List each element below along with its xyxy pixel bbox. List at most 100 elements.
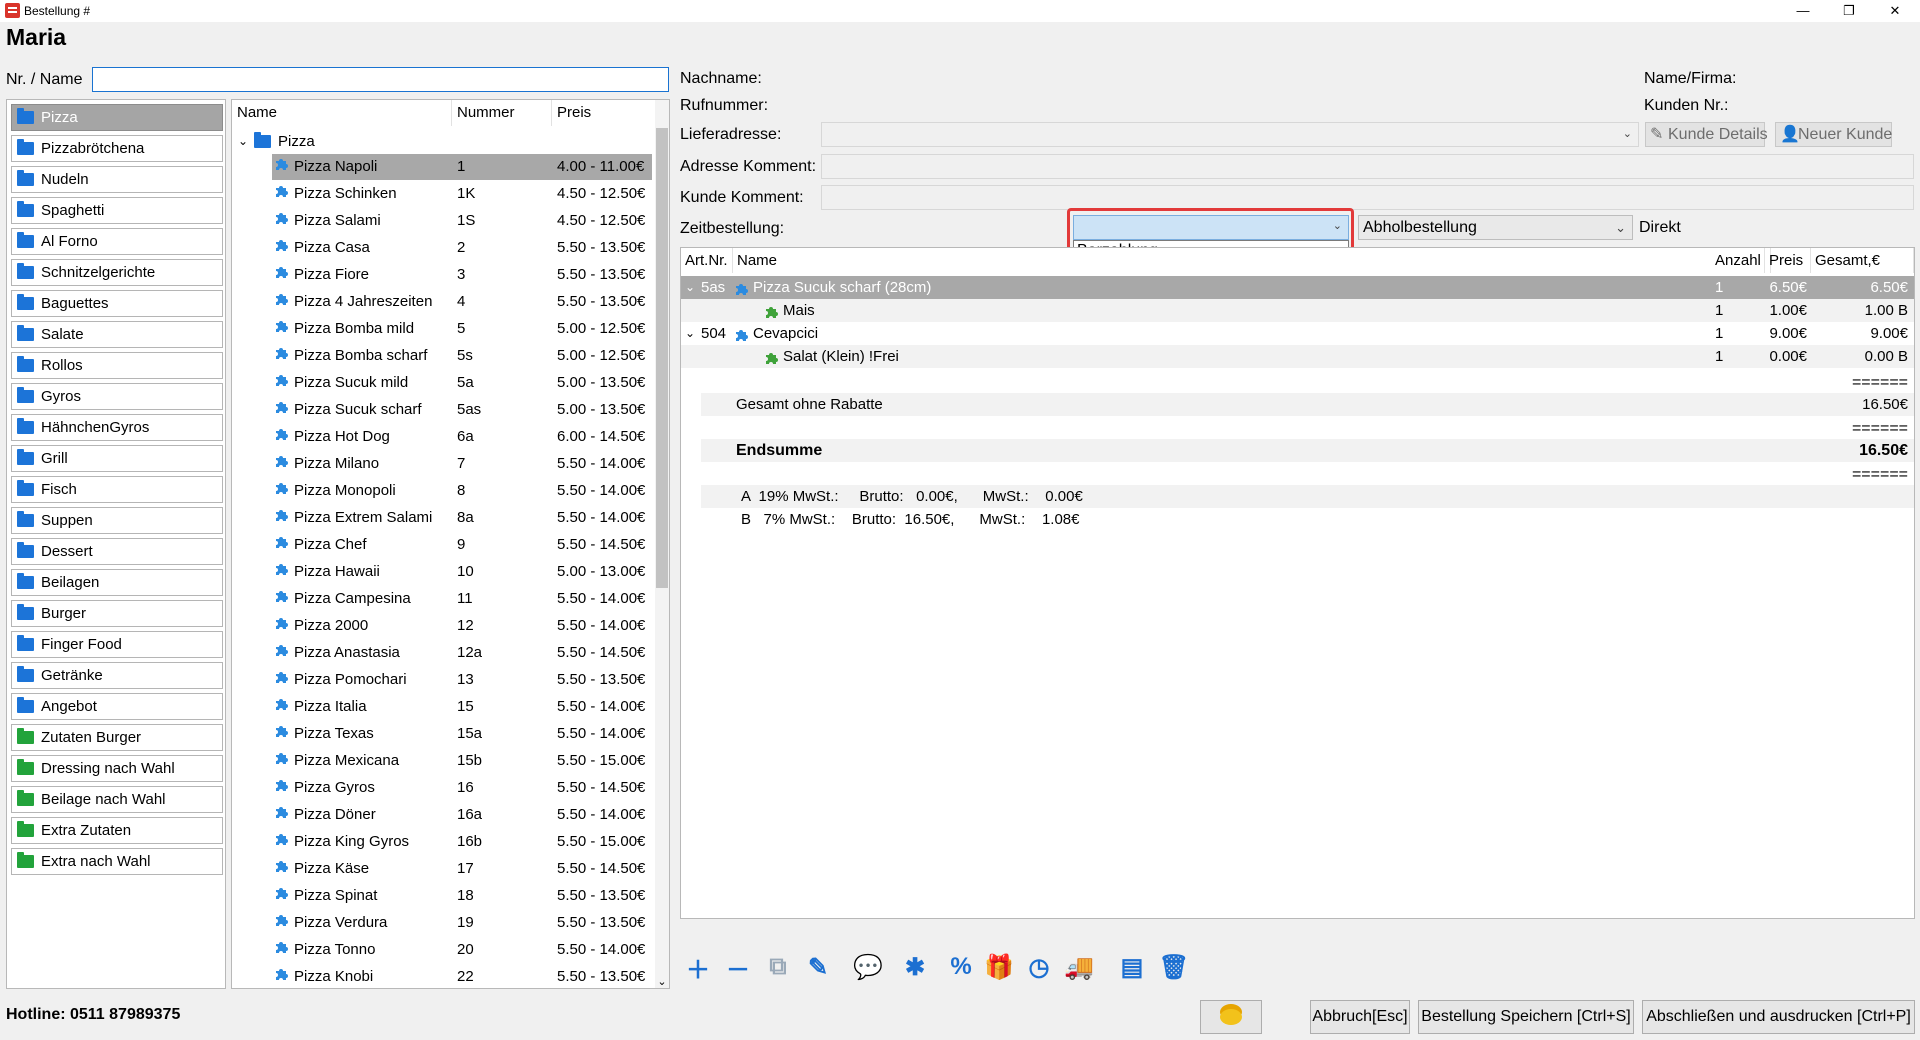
product-row[interactable]: Pizza Mexicana 15b 5.50 - 15.00€ bbox=[272, 748, 652, 774]
product-row[interactable]: Pizza Chef 9 5.50 - 14.50€ bbox=[272, 532, 652, 558]
product-row[interactable]: Pizza Pomochari 13 5.50 - 13.50€ bbox=[272, 667, 652, 693]
product-row[interactable]: Pizza King Gyros 16b 5.50 - 15.00€ bbox=[272, 829, 652, 855]
magic-button[interactable]: ✱ bbox=[893, 952, 937, 982]
category-item[interactable]: Dressing nach Wahl bbox=[11, 755, 223, 782]
cancel-button[interactable]: Abbruch[Esc] bbox=[1310, 1000, 1410, 1034]
column-header-price[interactable]: Preis bbox=[552, 100, 656, 126]
direkt-label[interactable]: Direkt bbox=[1639, 219, 1681, 237]
product-row[interactable]: Pizza Campesina 11 5.50 - 14.00€ bbox=[272, 586, 652, 612]
product-group-pizza[interactable]: ⌄ Pizza bbox=[232, 130, 652, 154]
column-header-name[interactable]: Name bbox=[733, 248, 1771, 273]
category-item[interactable]: Rollos bbox=[11, 352, 223, 379]
adresse-kommentar-field[interactable] bbox=[821, 154, 1914, 179]
category-item[interactable]: Gyros bbox=[11, 383, 223, 410]
product-row[interactable]: Pizza Hawaii 10 5.00 - 13.00€ bbox=[272, 559, 652, 585]
product-row[interactable]: Pizza Casa 2 5.50 - 13.50€ bbox=[272, 235, 652, 261]
product-row[interactable]: Pizza Bomba mild 5 5.00 - 12.50€ bbox=[272, 316, 652, 342]
chevron-down-icon[interactable]: ⌄ bbox=[238, 129, 248, 153]
product-row[interactable]: Pizza Monopoli 8 5.50 - 14.00€ bbox=[272, 478, 652, 504]
category-item[interactable]: Beilage nach Wahl bbox=[11, 786, 223, 813]
neuer-kunde-button[interactable]: 👤 Neuer Kunde bbox=[1775, 122, 1892, 147]
card-button[interactable]: ▤ bbox=[1110, 952, 1154, 982]
product-row[interactable]: Pizza Sucuk scharf 5as 5.00 - 13.50€ bbox=[272, 397, 652, 423]
gift-button[interactable]: 🎁 bbox=[983, 952, 1015, 982]
product-row[interactable]: Pizza Milano 7 5.50 - 14.00€ bbox=[272, 451, 652, 477]
kunde-kommentar-field[interactable] bbox=[821, 185, 1914, 210]
product-row[interactable]: Pizza Verdura 19 5.50 - 13.50€ bbox=[272, 910, 652, 936]
product-row[interactable]: Pizza Sucuk mild 5a 5.00 - 13.50€ bbox=[272, 370, 652, 396]
category-item[interactable]: Spaghetti bbox=[11, 197, 223, 224]
category-item[interactable]: HähnchenGyros bbox=[11, 414, 223, 441]
product-row[interactable]: Pizza Bomba scharf 5s 5.00 - 12.50€ bbox=[272, 343, 652, 369]
column-header-preis[interactable]: Preis bbox=[1765, 248, 1811, 273]
category-item[interactable]: Getränke bbox=[11, 662, 223, 689]
product-row[interactable]: Pizza Knobi 22 5.50 - 13.50€ bbox=[272, 964, 652, 988]
order-row[interactable]: Salat (Klein) !Frei 1 0.00€ 0.00 B bbox=[681, 345, 1914, 368]
category-item[interactable]: Pizzabrötchena bbox=[11, 135, 223, 162]
category-item[interactable]: Grill bbox=[11, 445, 223, 472]
product-row[interactable]: Pizza Hot Dog 6a 6.00 - 14.50€ bbox=[272, 424, 652, 450]
product-row[interactable]: Pizza Tonno 20 5.50 - 14.00€ bbox=[272, 937, 652, 963]
save-order-button[interactable]: Bestellung Speichern [Ctrl+S] bbox=[1418, 1000, 1634, 1034]
category-item[interactable]: Finger Food bbox=[11, 631, 223, 658]
lieferadresse-field[interactable]: ⌄ bbox=[821, 122, 1639, 147]
product-row[interactable]: Pizza Spinat 18 5.50 - 13.50€ bbox=[272, 883, 652, 909]
column-header-gesamt[interactable]: Gesamt,€ bbox=[1811, 248, 1914, 273]
restore-button[interactable]: ❐ bbox=[1826, 0, 1872, 22]
close-button[interactable]: ✕ bbox=[1872, 0, 1918, 22]
product-row[interactable]: Pizza Anastasia 12a 5.50 - 14.50€ bbox=[272, 640, 652, 666]
product-row[interactable]: Pizza Gyros 16 5.50 - 14.50€ bbox=[272, 775, 652, 801]
trash-button[interactable]: 🗑 bbox=[1158, 952, 1190, 982]
product-row[interactable]: Pizza 2000 12 5.50 - 14.00€ bbox=[272, 613, 652, 639]
comment-button[interactable]: 💬 bbox=[846, 952, 890, 982]
category-item[interactable]: Al Forno bbox=[11, 228, 223, 255]
order-row[interactable]: ⌄ 5as Pizza Sucuk scharf (28cm) 1 6.50€ 6.50€ bbox=[681, 276, 1914, 299]
category-item[interactable]: Pizza bbox=[11, 104, 223, 131]
category-item[interactable]: Extra Zutaten bbox=[11, 817, 223, 844]
product-row[interactable]: Pizza Döner 16a 5.50 - 14.00€ bbox=[272, 802, 652, 828]
category-item[interactable]: Baguettes bbox=[11, 290, 223, 317]
category-item[interactable]: Beilagen bbox=[11, 569, 223, 596]
category-item[interactable]: Dessert bbox=[11, 538, 223, 565]
category-item[interactable]: Extra nach Wahl bbox=[11, 848, 223, 875]
order-row[interactable]: ⌄ 504 Cevapcici 1 9.00€ 9.00€ bbox=[681, 322, 1914, 345]
category-item[interactable]: Suppen bbox=[11, 507, 223, 534]
product-row[interactable]: Pizza Salami 1S 4.50 - 12.50€ bbox=[272, 208, 652, 234]
product-row[interactable]: Pizza Texas 15a 5.50 - 14.00€ bbox=[272, 721, 652, 747]
column-header-number[interactable]: Nummer bbox=[452, 100, 552, 126]
product-row[interactable]: Pizza Napoli 1 4.00 - 11.00€ bbox=[272, 154, 652, 180]
product-row[interactable]: Pizza Fiore 3 5.50 - 13.50€ bbox=[272, 262, 652, 288]
scrollbar-thumb[interactable] bbox=[656, 128, 668, 588]
product-row[interactable]: Pizza 4 Jahreszeiten 4 5.50 - 13.50€ bbox=[272, 289, 652, 315]
product-row[interactable]: Pizza Extrem Salami 8a 5.50 - 14.00€ bbox=[272, 505, 652, 531]
product-row[interactable]: Pizza Käse 17 5.50 - 14.50€ bbox=[272, 856, 652, 882]
column-header-anzahl[interactable]: Anzahl bbox=[1711, 248, 1765, 273]
order-row[interactable]: Mais 1 1.00€ 1.00 B bbox=[681, 299, 1914, 322]
clock-button[interactable]: ◷ bbox=[1023, 952, 1055, 982]
plus-button[interactable]: ＋ bbox=[682, 952, 714, 984]
category-item[interactable]: Zutaten Burger bbox=[11, 724, 223, 751]
search-input[interactable] bbox=[92, 67, 669, 92]
category-item[interactable]: Schnitzelgerichte bbox=[11, 259, 223, 286]
category-item[interactable]: Nudeln bbox=[11, 166, 223, 193]
category-item[interactable]: Burger bbox=[11, 600, 223, 627]
percent-button[interactable]: % bbox=[945, 952, 977, 982]
product-row[interactable]: Pizza Schinken 1K 4.50 - 12.50€ bbox=[272, 181, 652, 207]
column-header-artnr[interactable]: Art.Nr. bbox=[681, 248, 733, 273]
cash-button[interactable] bbox=[1200, 1000, 1262, 1034]
chevron-down-icon[interactable]: ⌄ bbox=[685, 276, 695, 299]
order-type-select[interactable]: Abholbestellung ⌄ bbox=[1358, 215, 1633, 240]
minus-button[interactable]: － bbox=[722, 952, 754, 984]
pencil-button[interactable]: ✎ bbox=[802, 952, 834, 982]
scroll-down-arrow-icon[interactable]: ⌄ bbox=[655, 975, 669, 988]
chevron-down-icon[interactable]: ⌄ bbox=[685, 322, 695, 345]
category-item[interactable]: Angebot bbox=[11, 693, 223, 720]
finish-print-button[interactable]: Abschließen und ausdrucken [Ctrl+P] bbox=[1642, 1000, 1915, 1034]
copy-button[interactable]: ⧉ bbox=[762, 952, 794, 982]
category-item[interactable]: Salate bbox=[11, 321, 223, 348]
truck-button[interactable]: 🚚 bbox=[1063, 952, 1095, 982]
column-header-name[interactable]: Name bbox=[232, 100, 452, 126]
category-item[interactable]: Fisch bbox=[11, 476, 223, 503]
minimize-button[interactable]: — bbox=[1780, 0, 1826, 22]
kunde-details-button[interactable]: ✎ Kunde Details bbox=[1645, 122, 1768, 147]
